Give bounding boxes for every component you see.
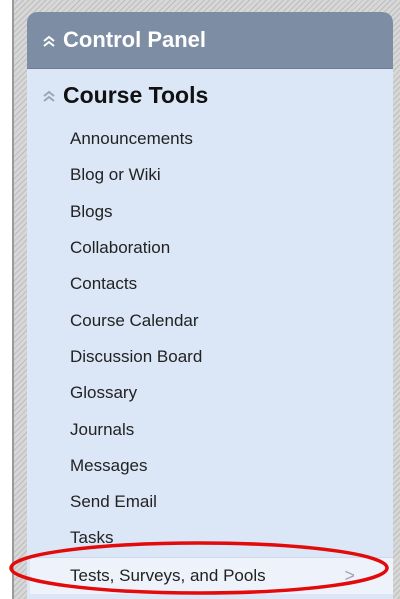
double-chevron-up-icon (43, 35, 55, 47)
course-tool-label: Blog or Wiki (70, 165, 161, 185)
page-left-border (0, 0, 14, 599)
course-tool-label: Course Calendar (70, 310, 199, 330)
chevron-right-icon: > (344, 565, 355, 586)
course-tool-label: Discussion Board (70, 346, 203, 366)
course-tool-tasks[interactable]: Tasks (27, 520, 393, 557)
course-tool-tests-surveys-pools[interactable]: Tests, Surveys, and Pools > (30, 556, 393, 594)
course-tool-course-calendar[interactable]: Course Calendar (27, 302, 393, 339)
course-tools-title: Course Tools (63, 81, 209, 108)
course-tool-collaboration[interactable]: Collaboration (27, 229, 393, 267)
course-tool-journals[interactable]: Journals (27, 411, 393, 448)
course-tool-label: Glossary (70, 383, 138, 403)
control-panel: Control Panel Course Tools Announcements… (27, 12, 393, 599)
course-tool-label: Send Email (70, 492, 157, 512)
control-panel-title: Control Panel (63, 27, 207, 52)
course-tool-contacts[interactable]: Contacts (27, 266, 393, 303)
course-tool-send-email[interactable]: Send Email (27, 483, 393, 521)
course-tool-discussion-board[interactable]: Discussion Board (27, 338, 393, 376)
course-tool-label: Announcements (70, 129, 193, 149)
course-tools-list: Announcements Blog or Wiki Blogs Collabo… (27, 121, 393, 594)
course-tool-label: Messages (70, 455, 148, 475)
course-tool-messages[interactable]: Messages (27, 447, 393, 484)
course-tools-header[interactable]: Course Tools (27, 69, 393, 121)
double-chevron-up-icon (43, 90, 55, 102)
course-tool-blogs[interactable]: Blogs (27, 193, 393, 230)
course-tool-label: Tests, Surveys, and Pools (70, 565, 266, 585)
control-panel-header[interactable]: Control Panel (27, 12, 393, 69)
course-tool-blog-or-wiki[interactable]: Blog or Wiki (27, 157, 393, 194)
course-tool-label: Journals (70, 419, 135, 439)
course-tool-label: Contacts (70, 274, 138, 294)
course-tool-glossary[interactable]: Glossary (27, 375, 393, 412)
course-tool-label: Collaboration (70, 238, 171, 258)
course-tool-label: Tasks (70, 528, 114, 548)
course-tool-announcements[interactable]: Announcements (27, 121, 393, 158)
course-tool-label: Blogs (70, 201, 113, 221)
